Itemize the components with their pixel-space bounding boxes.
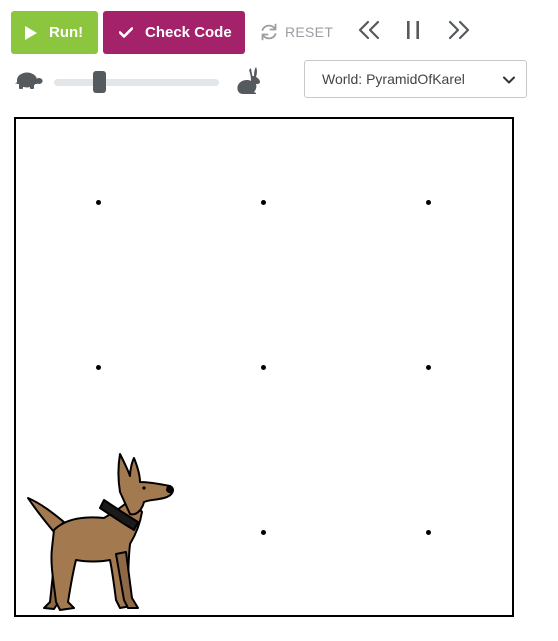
corner-dot (261, 530, 266, 535)
turtle-icon (15, 72, 43, 89)
run-button-label: Run! (49, 24, 84, 41)
double-chevron-right-icon (448, 20, 470, 40)
toolbar: Run! Check Code RESET World: PyramidOfKa… (0, 0, 558, 110)
karel-world (14, 117, 514, 617)
karel-dog (27, 453, 174, 611)
chevron-down-icon (503, 76, 515, 84)
corner-dot (426, 530, 431, 535)
reset-button[interactable]: RESET (259, 19, 333, 45)
corner-dot (261, 365, 266, 370)
checkmark-icon (119, 27, 133, 38)
world-select[interactable]: World: PyramidOfKarel (304, 60, 527, 98)
pause-button[interactable] (397, 16, 429, 44)
step-back-button[interactable] (353, 16, 385, 44)
corner-dot (96, 200, 101, 205)
reset-button-label: RESET (285, 24, 334, 40)
corner-dot (426, 200, 431, 205)
step-forward-button[interactable] (443, 16, 475, 44)
corner-dot (96, 365, 101, 370)
rabbit-icon (237, 67, 260, 94)
corner-dot (261, 200, 266, 205)
pause-icon (407, 21, 419, 39)
run-button[interactable]: Run! (11, 11, 98, 54)
check-code-button-label: Check Code (145, 24, 232, 41)
refresh-icon (261, 23, 277, 41)
speed-slider-track[interactable] (54, 79, 219, 86)
check-code-button[interactable]: Check Code (103, 11, 245, 54)
speed-slider-thumb[interactable] (93, 71, 106, 93)
world-select-value: World: PyramidOfKarel (322, 71, 465, 87)
play-icon (25, 25, 37, 40)
double-chevron-left-icon (358, 20, 380, 40)
corner-dot (426, 365, 431, 370)
